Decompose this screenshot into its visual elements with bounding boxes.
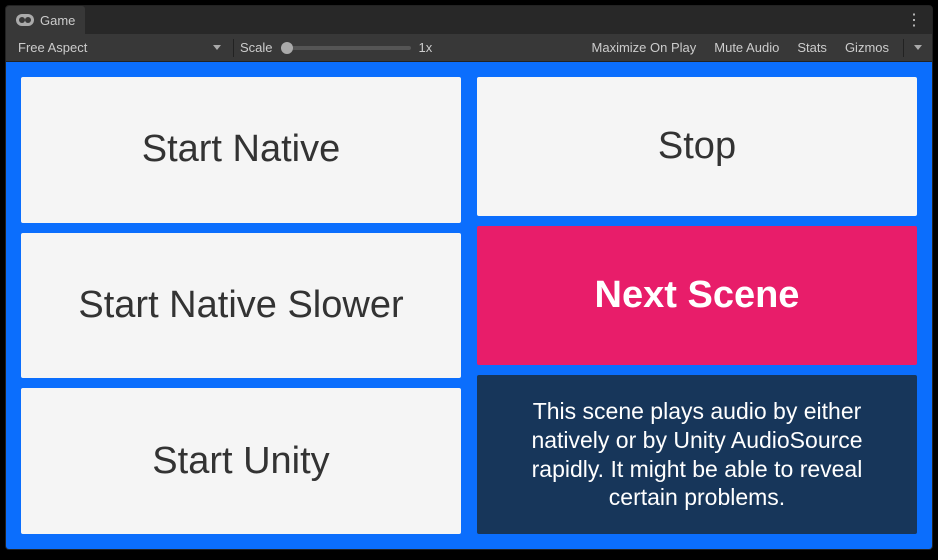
scale-slider[interactable] bbox=[281, 46, 411, 50]
toolbar: Free Aspect Scale 1x Maximize On Play Mu… bbox=[6, 34, 932, 62]
aspect-dropdown[interactable]: Free Aspect bbox=[12, 40, 227, 55]
right-column: Stop Next Scene This scene plays audio b… bbox=[476, 76, 918, 535]
gizmos-label: Gizmos bbox=[845, 40, 889, 55]
info-panel: This scene plays audio by either nativel… bbox=[476, 374, 918, 535]
start-native-slower-button[interactable]: Start Native Slower bbox=[20, 232, 462, 380]
scale-label: Scale bbox=[240, 40, 273, 55]
tab-bar: Game ⋮ bbox=[6, 6, 932, 34]
chevron-down-icon bbox=[213, 45, 221, 50]
divider bbox=[903, 39, 904, 57]
divider bbox=[233, 39, 234, 57]
maximize-on-play-button[interactable]: Maximize On Play bbox=[584, 37, 705, 59]
scale-value: 1x bbox=[419, 40, 433, 55]
stop-button[interactable]: Stop bbox=[476, 76, 918, 217]
game-window: Game ⋮ Free Aspect Scale 1x Maximize On … bbox=[5, 5, 933, 550]
gamepad-icon bbox=[16, 14, 34, 26]
aspect-label: Free Aspect bbox=[18, 40, 87, 55]
next-scene-button[interactable]: Next Scene bbox=[476, 225, 918, 366]
kebab-menu-icon[interactable]: ⋮ bbox=[896, 10, 932, 30]
mute-audio-button[interactable]: Mute Audio bbox=[706, 37, 787, 59]
left-column: Start Native Start Native Slower Start U… bbox=[20, 76, 462, 535]
chevron-down-icon[interactable] bbox=[914, 45, 922, 50]
start-native-button[interactable]: Start Native bbox=[20, 76, 462, 224]
scale-control: Scale 1x bbox=[240, 40, 432, 55]
tab-game[interactable]: Game bbox=[6, 6, 85, 34]
tab-label: Game bbox=[40, 13, 75, 28]
gizmos-dropdown[interactable]: Gizmos bbox=[837, 37, 897, 59]
game-view: Start Native Start Native Slower Start U… bbox=[6, 62, 932, 549]
stats-button[interactable]: Stats bbox=[789, 37, 835, 59]
start-unity-button[interactable]: Start Unity bbox=[20, 387, 462, 535]
slider-thumb[interactable] bbox=[281, 42, 293, 54]
